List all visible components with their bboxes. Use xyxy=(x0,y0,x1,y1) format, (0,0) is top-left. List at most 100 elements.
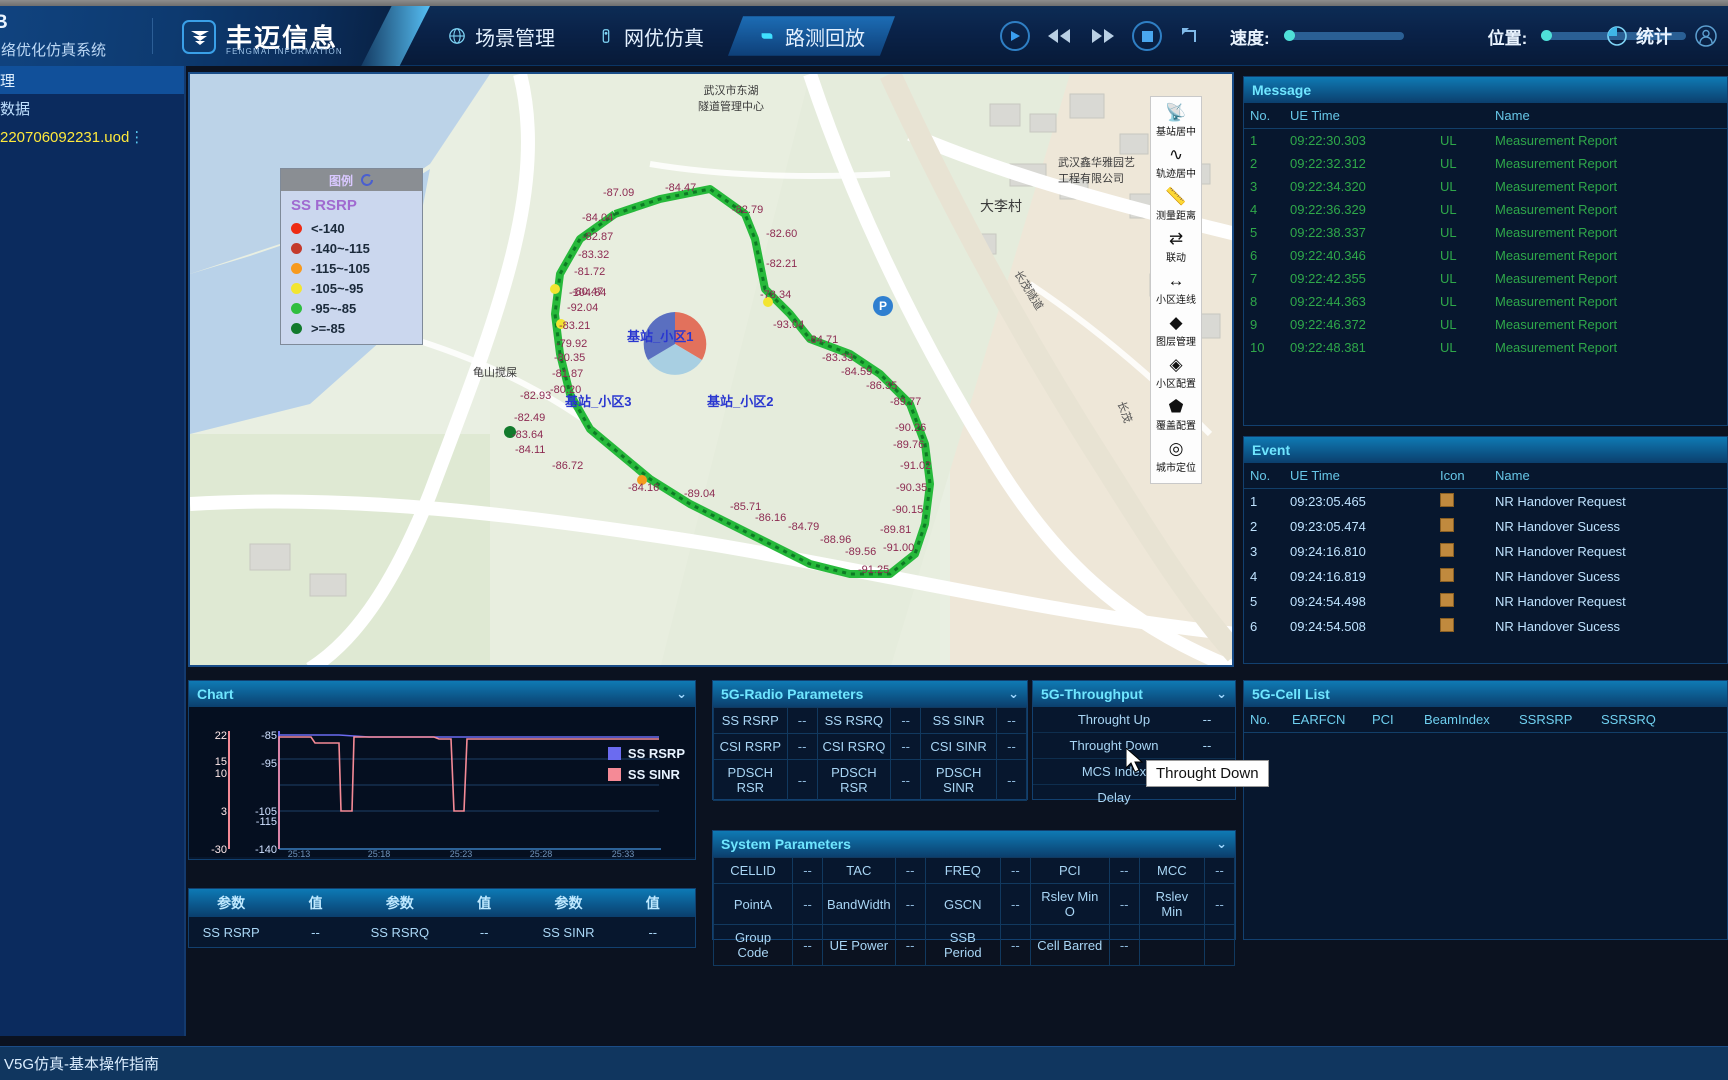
sidebar-group-header[interactable]: 理 xyxy=(0,66,184,94)
table-row[interactable]: 10 09:22:48.381 UL Measurement Report xyxy=(1244,336,1727,359)
legend-refresh-icon[interactable] xyxy=(361,173,374,187)
app-root: B 网络优化仿真系统 丰迈信息 FENGMAI INFORMATION 场景管理 xyxy=(0,0,1728,1080)
message-panel: Message No. UE Time Name 1 09:22:30.303 UL… xyxy=(1243,76,1728,426)
cell-name: NR Handover Sucess xyxy=(1495,569,1620,584)
cell-no: 7 xyxy=(1250,271,1258,286)
handover-icon xyxy=(1434,614,1489,639)
table-row[interactable]: 1 09:22:30.303 UL Measurement Report xyxy=(1244,129,1727,153)
cell-name: Measurement Report xyxy=(1495,248,1618,263)
position-label: 位置: xyxy=(1487,28,1528,48)
table-row[interactable]: 7 09:22:42.355 UL Measurement Report xyxy=(1244,267,1727,290)
chevron-down-icon[interactable]: ⌄ xyxy=(1008,686,1019,702)
rsrp-label: -84.04 xyxy=(582,212,614,224)
chevron-down-icon[interactable]: ⌄ xyxy=(1216,686,1227,702)
rsrp-label: -79.92 xyxy=(556,338,588,350)
table-row[interactable]: 5 09:24:54.498 NR Handover Request xyxy=(1244,589,1727,614)
cell-direction: UL xyxy=(1440,133,1457,148)
map-tool-city-locate[interactable]: ◎ 城市定位 xyxy=(1151,437,1201,479)
cell-label-1[interactable]: 基站_小区1 xyxy=(627,326,693,345)
table-row[interactable]: 2 09:23:05.474 NR Handover Sucess xyxy=(1244,514,1727,539)
legend-item: -105~-95 xyxy=(291,278,422,298)
table-row[interactable]: 2 09:22:32.312 UL Measurement Report xyxy=(1244,152,1727,175)
cell-no: 3 xyxy=(1250,179,1258,194)
cell-label-2[interactable]: 基站_小区2 xyxy=(707,391,773,410)
col-earfcn: EARFCN xyxy=(1286,707,1366,733)
param-value: -- xyxy=(786,759,818,801)
company-logo xyxy=(182,20,216,54)
event-table-header: No. UE Time Icon Name xyxy=(1244,463,1727,489)
speed-slider[interactable] xyxy=(1283,30,1404,41)
chevron-down-icon[interactable]: ⌄ xyxy=(1216,836,1227,852)
table-row[interactable]: 1 09:23:05.465 NR Handover Request xyxy=(1244,489,1727,515)
rsrp-label: -91.25 xyxy=(858,564,890,576)
message-table-body: 1 09:22:30.303 UL Measurement Report 2 09:22:… xyxy=(1244,129,1727,360)
statistics-button[interactable]: 统计 xyxy=(1606,23,1672,49)
parameter-table-row: SS RSRP -- SS RSRQ -- SS SINR -- xyxy=(189,917,695,947)
play-button[interactable] xyxy=(1000,21,1030,51)
speed-slider-knob[interactable] xyxy=(1283,30,1295,41)
map-tool-measure-distance[interactable]: 📏 测量距离 xyxy=(1151,185,1201,227)
param-value: -- xyxy=(894,857,926,884)
sidebar-file-item[interactable]: 220706092231.uod ⋮ xyxy=(0,122,184,152)
param-value: -- xyxy=(786,707,818,734)
rsrp-label: -92.04 xyxy=(567,302,599,314)
loop-button[interactable] xyxy=(1176,21,1206,51)
table-row[interactable]: 8 09:22:44.363 UL Measurement Report xyxy=(1244,290,1727,313)
param-value: -- xyxy=(890,733,922,760)
speed-label: 速度: xyxy=(1230,28,1270,48)
nav-item-drive-test-playback[interactable]: 路测回放 xyxy=(728,16,895,56)
globe-icon xyxy=(449,28,465,44)
col-pci: PCI xyxy=(1366,707,1418,733)
map-tool-track-center[interactable]: ∿ 轨迹居中 xyxy=(1151,143,1201,185)
user-account-icon[interactable] xyxy=(1694,24,1718,48)
chart-plot-area[interactable]: 22 15 10 3 -30 -85 -95 -105 -115 -140 25… xyxy=(189,707,695,859)
svg-text:25:28: 25:28 xyxy=(530,849,553,857)
table-row[interactable]: 4 09:22:36.329 UL Measurement Report xyxy=(1244,198,1727,221)
map-view[interactable]: 武汉市东湖 隧道管理中心 武汉鑫华雅园艺 工程有限公司 大李村 龟山搅屎 长茂隧道 … xyxy=(188,72,1234,667)
param-value: -- xyxy=(996,733,1027,760)
radio-parameters-table: SS RSRP -- SS RSRQ -- SS SINR -- CSI RSRP --… xyxy=(713,707,1027,801)
map-tool-layer-management[interactable]: ◆ 图层管理 xyxy=(1151,311,1201,353)
col-ssrsrq: SSRSRQ xyxy=(1595,707,1727,733)
cell-name: NR Handover Request xyxy=(1495,544,1626,559)
svg-text:10: 10 xyxy=(215,768,227,780)
map-tool-cell-config[interactable]: ◈ 小区配置 xyxy=(1151,353,1201,395)
cell-no: 6 xyxy=(1250,619,1258,634)
map-tool-link[interactable]: ⇄ 联动 xyxy=(1151,227,1201,269)
table-row[interactable]: 3 09:24:16.810 NR Handover Request xyxy=(1244,539,1727,564)
cell-direction: UL xyxy=(1440,156,1457,171)
col-name: Name xyxy=(1489,463,1727,489)
position-slider-knob[interactable] xyxy=(1541,30,1553,41)
stop-button[interactable] xyxy=(1132,21,1162,51)
table-row[interactable]: 5 09:22:38.337 UL Measurement Report xyxy=(1244,221,1727,244)
table-row[interactable]: 9 09:22:46.372 UL Measurement Report xyxy=(1244,313,1727,336)
map-tool-base-station-center[interactable]: 📡 基站居中 xyxy=(1151,101,1201,143)
rewind-button[interactable] xyxy=(1044,21,1074,51)
kebab-menu-icon[interactable]: ⋮ xyxy=(129,130,144,145)
map-tool-cell-connection[interactable]: ↔ 小区连线 xyxy=(1151,269,1201,311)
rsrp-label: -104.84 xyxy=(569,287,607,299)
table-row[interactable]: 3 09:22:34.320 UL Measurement Report xyxy=(1244,175,1727,198)
table-row[interactable]: 6 09:24:54.508 NR Handover Sucess xyxy=(1244,614,1727,639)
parameter-table-header: 参数 值 参数 值 参数 值 xyxy=(189,889,695,917)
nav-item-scene-management[interactable]: 场景管理 xyxy=(430,14,573,59)
sidebar-group-label: 理 xyxy=(0,72,16,90)
param-value: -- xyxy=(999,924,1031,966)
rsrp-label: -82.93 xyxy=(520,390,552,402)
rsrp-label: -91.00 xyxy=(883,542,915,554)
param-name: Throught Up xyxy=(1077,712,1151,727)
chevron-down-icon[interactable]: ⌄ xyxy=(676,686,687,702)
map-tool-label: 小区配置 xyxy=(1156,379,1196,390)
cell-list-panel: 5G-Cell List No. EARFCN PCI BeamIndex SS… xyxy=(1243,680,1728,940)
fast-forward-button[interactable] xyxy=(1088,21,1118,51)
table-row[interactable]: 4 09:24:16.819 NR Handover Sucess xyxy=(1244,564,1727,589)
cell-name: NR Handover Request xyxy=(1495,594,1626,609)
param-col-1: 参数 xyxy=(217,895,246,911)
table-row[interactable]: 6 09:22:40.346 UL Measurement Report xyxy=(1244,244,1727,267)
sidebar-subitem-data[interactable]: 数据 xyxy=(0,94,184,122)
nav-item-network-simulation[interactable]: 网优仿真 xyxy=(579,14,722,59)
cell-ue-time: 09:22:46.372 xyxy=(1290,317,1366,332)
rsrp-label: -82.87 xyxy=(582,231,614,243)
map-tool-coverage-config[interactable]: ⬟ 覆盖配置 xyxy=(1151,395,1201,437)
cell-ue-time: 09:23:05.465 xyxy=(1290,494,1366,509)
